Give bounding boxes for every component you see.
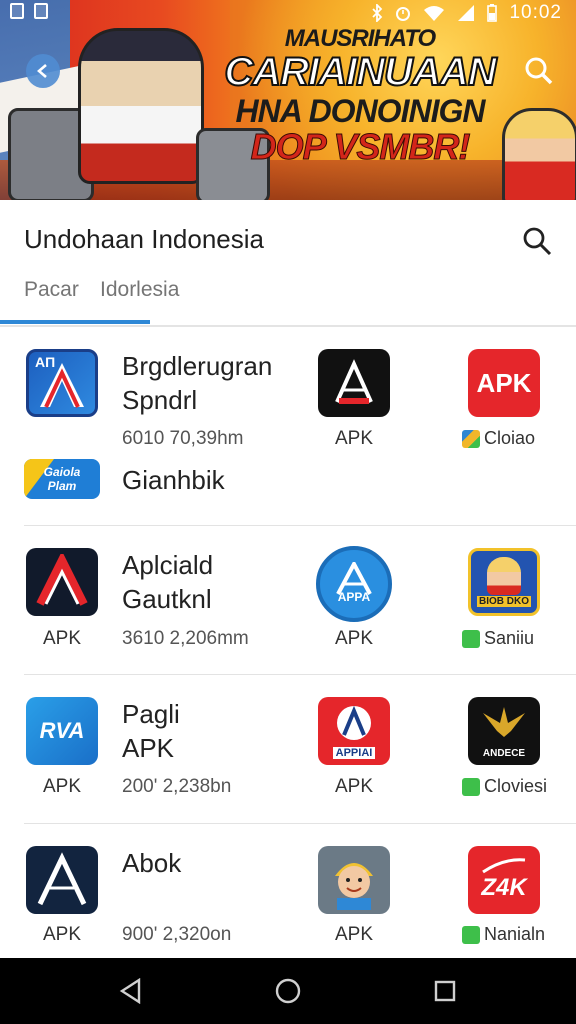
tab-indicator (0, 320, 150, 324)
app-icon-2[interactable]: APPA (316, 546, 392, 622)
app-tag: Cloiao (462, 428, 535, 449)
app-logo-a-icon (337, 705, 371, 740)
promo-banner[interactable]: MAUSRIHATO CARIAINUAAN HNA DONOINIGN DOP… (0, 0, 576, 200)
status-bar: 10:02 (0, 0, 576, 26)
header-search-button[interactable] (520, 224, 554, 258)
cartoon-boy-icon (335, 863, 373, 910)
tab-indonesia[interactable]: Idorlesia (100, 278, 179, 302)
app-tag-label: Nanialn (484, 924, 546, 944)
app-tag-label: Cloiao (484, 428, 536, 448)
app-caption: APK (42, 924, 82, 945)
signal-icon (458, 5, 475, 21)
app-meta: 200' 2,238bn (122, 776, 232, 797)
app-logo-a-icon (335, 359, 373, 404)
app-icon-2[interactable] (318, 349, 390, 417)
recents-square-icon (434, 980, 456, 1002)
tab-pacar[interactable]: Pacar (24, 278, 79, 302)
cartoon-character-icon (487, 557, 521, 595)
app-name-secondary: Gianhbik (122, 465, 225, 495)
app-icon-label: BIOB DKO (477, 596, 531, 607)
app-icon-2[interactable] (318, 846, 390, 914)
app-icon-label: APPIAI (332, 747, 376, 759)
search-icon (523, 227, 552, 256)
garuda-emblem-icon (483, 707, 525, 737)
store-icon (462, 629, 480, 648)
app-logo-a-icon (336, 562, 372, 595)
app-caption: APK (42, 776, 82, 797)
app-icon-2[interactable]: APPIAI (318, 697, 390, 765)
app-caption: APK (42, 628, 82, 649)
store-icon (462, 429, 480, 448)
back-button[interactable] (26, 54, 60, 88)
app-meta: 900' 2,320on (122, 924, 232, 945)
app-badge[interactable]: Gaiola Plam (24, 459, 100, 499)
app-tag: Cloviesi (462, 776, 547, 797)
back-triangle-icon (119, 978, 141, 1004)
page-title: Undohaan Indonesia (24, 224, 264, 254)
app-name: Brgdlerugran Spndrl (122, 351, 273, 415)
nav-back-button[interactable] (116, 976, 146, 1006)
nav-home-button[interactable] (273, 976, 303, 1006)
back-arrow-icon (37, 64, 47, 78)
app-icon-label: ANDECE (482, 748, 526, 759)
app-icon-label: AП (35, 354, 56, 370)
app-logo-a-icon (37, 852, 87, 906)
list-item[interactable]: AП Brgdlerugran Spndrl 6010 70,39hm APK … (0, 325, 576, 525)
search-icon (525, 57, 553, 85)
banner-line-4: DOP VSMBR! (250, 126, 471, 168)
list-item[interactable]: APK Abok 900' 2,320on APK Z4K Nanialn (0, 824, 576, 958)
wifi-icon (424, 6, 445, 21)
app-icon-1[interactable]: RVA (26, 697, 98, 765)
app-icon-1[interactable] (26, 846, 98, 914)
app-meta: 3610 2,206mm (122, 628, 249, 649)
store-icon (462, 777, 480, 796)
list-item[interactable]: APK Aplciald Gautknl 3610 2,206mm APPA A… (0, 526, 576, 674)
app-icon-1[interactable]: AП (26, 349, 98, 417)
bluetooth-icon (372, 4, 383, 22)
store-icon (462, 925, 480, 944)
banner-line-3: HNA DONOINIGN (235, 93, 486, 129)
app-logo-a-icon (36, 554, 88, 606)
badge-line-2: Plam (47, 479, 77, 493)
swoosh-icon (482, 858, 526, 874)
app-icon-3[interactable]: Z4K (468, 846, 540, 914)
app-icon-1[interactable] (26, 548, 98, 616)
app-caption: APK (334, 628, 374, 649)
list-item[interactable]: RVA APK Pagli APK 200' 2,238bn APPIAI AP… (0, 675, 576, 823)
status-time: 10:02 (509, 2, 562, 23)
app-icon-3[interactable]: BIOB DKO (468, 548, 540, 616)
app-name: Pagli APK (122, 699, 180, 763)
battery-icon (487, 4, 498, 22)
app-meta: 6010 70,39hm (122, 428, 244, 449)
banner-hero-figure (78, 28, 204, 184)
nav-recents-button[interactable] (430, 976, 460, 1006)
app-tag: Saniiu (462, 628, 534, 649)
banner-line-1: MAUSRIHATO (284, 25, 436, 52)
app-tag: Nanialn (462, 924, 545, 945)
notification-icon-2 (34, 3, 48, 19)
app-name: Abok (122, 848, 182, 878)
navigation-bar (0, 958, 576, 1024)
home-circle-icon (275, 978, 301, 1004)
app-icon-3[interactable]: APK (468, 349, 540, 417)
app-name: Aplciald Gautknl (122, 550, 214, 614)
app-caption: APK (334, 924, 374, 945)
app-tag-label: Saniiu (484, 628, 535, 648)
notification-icon (10, 3, 24, 19)
badge-line-1: Gaiola (43, 465, 81, 479)
alarm-icon (396, 7, 411, 21)
banner-search-button[interactable] (522, 54, 556, 88)
app-caption: APK (334, 428, 374, 449)
app-icon-3[interactable]: ANDECE (468, 697, 540, 765)
page-header: Undohaan Indonesia Pacar Idorlesia (0, 200, 576, 327)
banner-line-2: CARIAINUAAN (223, 49, 497, 95)
app-icon-label: Z4K (481, 874, 527, 901)
app-tag-label: Cloviesi (484, 776, 548, 796)
app-caption: APK (334, 776, 374, 797)
